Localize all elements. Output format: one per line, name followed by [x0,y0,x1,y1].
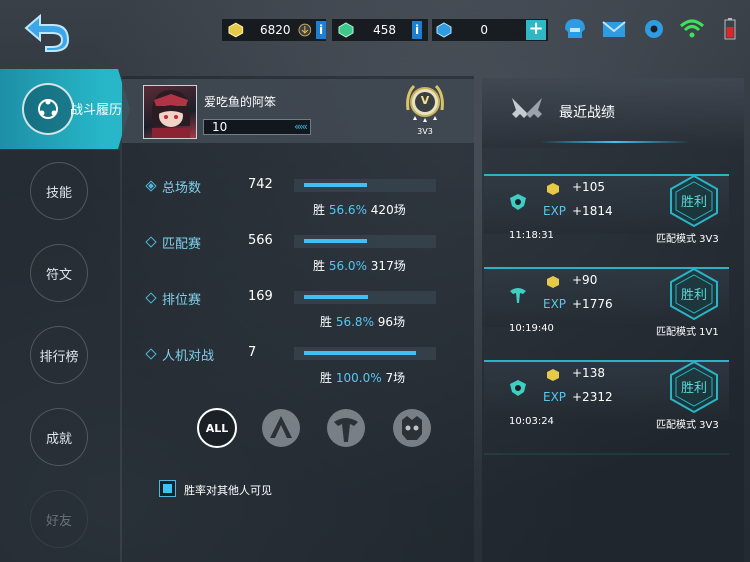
stat-name: 匹配赛 [162,237,202,252]
rank-letter: V [420,94,430,107]
battle-history-icon [22,83,74,135]
filter-mode-skull-icon[interactable] [392,408,432,448]
exp-label: EXP [543,204,567,218]
match-time: 10:19:40 [509,323,554,334]
win-rate-text: 胜 56.8% 96场 [320,315,406,329]
match-time: 10:03:24 [509,416,554,427]
match-card[interactable]: +105 EXP +1814 11:18:31 匹配模式 3V3 胜利 [484,174,744,256]
win-rate-bar [294,235,436,248]
gold-coin-icon [547,183,559,195]
exp-reward: +1814 [572,204,613,218]
crossed-guns-icon [512,98,542,118]
gem-value: 458 [373,23,396,37]
rank-mode: 3V3 [417,127,433,136]
win-rate-text: 胜 56.0% 317场 [313,259,406,273]
filter-mode-1v1-icon[interactable] [326,408,366,448]
battery-icon [724,18,736,40]
gold-value: 6820 [260,23,291,37]
sidebar-item-achievements[interactable]: 成就 [30,408,88,466]
diamond-icon [145,180,157,192]
victory-badge: 胜利 [667,360,721,414]
filter-all-button[interactable]: ALL [197,408,237,448]
player-level: 10 [212,120,228,134]
exchange-icon[interactable] [298,23,312,37]
mode-3v3-icon [510,380,526,396]
stat-name: 人机对战 [162,349,215,364]
stat-row-total: 总场数 742 胜 56.6% 420场 [140,177,440,227]
win-rate-bar [294,291,436,304]
recent-matches-title: 最近战绩 [559,105,615,121]
victory-badge: 胜利 [667,267,721,321]
diamond-value: 0 [480,23,488,37]
mail-icon[interactable] [601,16,627,42]
win-rate-bar [294,179,436,192]
stat-row-match: 匹配赛 566 胜 56.0% 317场 [140,233,440,283]
helmet-icon[interactable] [562,16,588,42]
mode-1v1-icon [510,288,526,303]
stat-name: 总场数 [162,181,202,196]
gold-coin-icon [547,369,559,381]
green-gem-icon [338,22,354,38]
exp-reward: +2312 [572,390,613,404]
win-rate-text: 胜 56.6% 420场 [313,203,406,217]
stat-row-ranked: 排位赛 169 胜 56.8% 96场 [140,289,440,339]
gold-counter: 6820 i [222,19,326,41]
victory-badge: 胜利 [667,174,721,228]
sidebar-item-battle-history[interactable]: 战斗履历 [0,69,130,149]
win-rate-text: 胜 100.0% 7场 [320,371,406,385]
mode-3v3-icon [510,194,526,210]
match-card-partial [484,453,729,473]
win-rate-bar [294,347,436,360]
gold-coin-icon [228,22,244,38]
sidebar-item-friends[interactable]: 好友 [30,490,88,548]
gold-reward: +90 [572,273,598,287]
visibility-checkbox[interactable] [159,480,176,497]
sidebar-item-label: 战斗履历 [70,103,123,118]
rank-badge[interactable]: V 3V3 [404,80,446,140]
stat-count: 7 [248,345,257,360]
player-name: 爱吃鱼的阿笨 [204,95,277,109]
exp-label: EXP [543,390,567,404]
recharge-plus-button[interactable]: + [526,20,546,40]
result-label: 胜利 [680,195,707,210]
diamond-icon [145,236,157,248]
stat-count: 742 [248,177,273,192]
settings-gear-icon[interactable] [641,16,667,42]
back-arrow-icon[interactable] [22,12,74,52]
match-mode: 匹配模式 1V1 [656,327,719,338]
gold-info-button[interactable]: i [316,21,326,39]
gem-counter: 458 i [332,19,428,41]
visibility-label: 胜率对其他人可见 [184,484,272,497]
gold-coin-icon [547,276,559,288]
exp-reward: +1776 [572,297,613,311]
diamond-counter: 0 + [432,19,548,41]
result-label: 胜利 [680,381,707,396]
match-card[interactable]: +138 EXP +2312 10:03:24 匹配模式 3V3 胜利 [484,360,744,442]
match-mode: 匹配模式 3V3 [656,420,719,431]
sidebar-item-leaderboard[interactable]: 排行榜 [30,326,88,384]
filter-mode-a-icon[interactable] [261,408,301,448]
stat-count: 566 [248,233,273,248]
header-glow [540,141,690,143]
wifi-icon [679,19,705,38]
gold-reward: +105 [572,180,605,194]
stat-count: 169 [248,289,273,304]
stat-name: 排位赛 [162,293,202,308]
player-avatar[interactable] [143,85,197,139]
diamond-icon [145,348,157,360]
diamond-icon [145,292,157,304]
exp-label: EXP [543,297,567,311]
match-card[interactable]: +90 EXP +1776 10:19:40 匹配模式 1V1 胜利 [484,267,744,349]
blue-diamond-icon [436,22,452,38]
stat-row-pve: 人机对战 7 胜 100.0% 7场 [140,345,440,395]
sidebar-item-runes[interactable]: 符文 [30,244,88,302]
match-mode: 匹配模式 3V3 [656,234,719,245]
gem-info-button[interactable]: i [412,21,422,39]
sidebar-item-skills[interactable]: 技能 [30,162,88,220]
gold-reward: +138 [572,366,605,380]
match-time: 11:18:31 [509,230,554,241]
result-label: 胜利 [680,288,707,303]
chevrons-left-icon: ‹‹‹‹‹ [294,120,308,133]
level-bar: 10 ‹‹‹‹‹ [203,119,311,135]
